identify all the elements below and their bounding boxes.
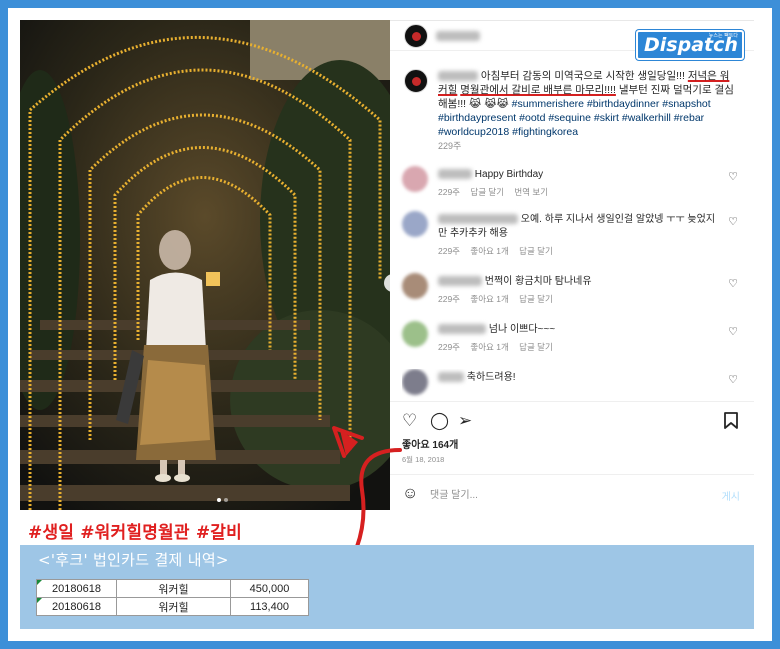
reply-link[interactable]: 답글 달기 (519, 342, 553, 352)
comment-item: 번쩍이 황금치마 탐나네유 229주 좋아요 1개 답글 달기 ♡ (402, 273, 742, 313)
row-date: 20180618 (36, 597, 117, 616)
commenter-name-blurred[interactable] (438, 214, 518, 225)
table-row: 20180618 워커힐 450,000 (36, 579, 309, 598)
reply-link[interactable]: 답글 달기 (519, 294, 553, 304)
comment-text-wrap: 축하드려용! (438, 371, 718, 385)
comment-meta: 229주 좋아요 1개 답글 달기 (438, 341, 561, 353)
overlay-hashtags: #생일 #워커힐명월관 #갈비 (28, 523, 242, 543)
comment-meta: 229주 답글 달기 번역 보기 (438, 186, 556, 198)
commenter-avatar[interactable] (402, 166, 428, 192)
bookmark-icon[interactable] (724, 412, 738, 433)
caption-time: 229주 (438, 141, 462, 151)
commenter-name-blurred[interactable] (438, 324, 486, 335)
comment-time: 229주 (438, 294, 461, 304)
comment-item: 오예. 하루 지나서 생일인걸 알았넹 ㅜㅜ 늦었지만 추카추카 해용 229주… (402, 211, 742, 259)
reply-link[interactable]: 답글 달기 (470, 187, 504, 197)
comment-like-heart-icon[interactable]: ♡ (728, 325, 738, 338)
caption-text: 아침부터 감동의 미역국으로 시작한 생일당일!!! (480, 70, 688, 82)
card-statement-table: 20180618 워커힐 450,000 20180618 워커힐 113,40… (36, 579, 309, 616)
comment-like-heart-icon[interactable]: ♡ (728, 373, 738, 386)
comment-like-heart-icon[interactable]: ♡ (728, 215, 738, 228)
row-date: 20180618 (36, 579, 117, 598)
comment-meta: 229주 좋아요 1개 답글 달기 (438, 293, 561, 305)
commenter-name-blurred[interactable] (438, 169, 472, 180)
row-place: 워커힐 (116, 579, 231, 598)
commenter-avatar[interactable] (402, 273, 428, 299)
comment-like-heart-icon[interactable]: ♡ (728, 170, 738, 183)
author-avatar[interactable] (404, 24, 428, 48)
comment-text-wrap: 오예. 하루 지나서 생일인걸 알았넹 ㅜㅜ 늦었지만 추카추카 해용 (438, 213, 718, 241)
post-comment-button[interactable]: 게시 (722, 488, 740, 503)
caption-emoji: 😹😹 (484, 98, 509, 110)
comment-text-wrap: 번쩍이 황금치마 탐나네유 (438, 275, 718, 289)
comment-text: 축하드려용! (466, 372, 516, 383)
commenter-name-blurred[interactable] (438, 372, 464, 383)
caption-author-avatar[interactable] (404, 69, 428, 93)
comment-input[interactable] (430, 487, 680, 503)
comment-likes[interactable]: 좋아요 1개 (470, 246, 508, 256)
comment-text: 넘나 이쁘다~~~ (488, 324, 556, 335)
comment-likes[interactable]: 좋아요 1개 (470, 342, 508, 352)
author-name-blurred[interactable] (436, 31, 480, 41)
comment-item: 넘나 이쁘다~~~ 229주 좋아요 1개 답글 달기 ♡ (402, 321, 742, 361)
comment-text: 번쩍이 황금치마 탐나네유 (484, 276, 592, 287)
logo-tagline: 뉴스는 팩트다 (708, 33, 738, 39)
comment-time: 229주 (438, 342, 461, 352)
carousel-dot (224, 498, 228, 502)
comment-likes[interactable]: 좋아요 1개 (470, 294, 508, 304)
caption-highlight-2: 명월관에서 갈비로 배부른 마무리!!!! (460, 84, 616, 96)
commenter-avatar[interactable] (402, 211, 428, 237)
translate-link[interactable]: 번역 보기 (514, 187, 548, 197)
row-amount: 113,400 (230, 597, 309, 616)
comment-item: 축하드려용! ♡ (402, 369, 742, 399)
comment-time: 229주 (438, 187, 461, 197)
commenter-avatar[interactable] (402, 369, 428, 395)
share-send-icon[interactable]: ➢ (458, 412, 472, 430)
carousel-dot-active (217, 498, 221, 502)
card-statement-title: <'후크' 법인카드 결제 내역> (38, 551, 229, 569)
row-place: 워커힐 (116, 597, 231, 616)
carousel-dots (217, 498, 228, 502)
comment-time: 229주 (438, 246, 461, 256)
reply-link[interactable]: 답글 달기 (519, 246, 553, 256)
comment-text: Happy Birthday (474, 169, 544, 180)
comment-like-heart-icon[interactable]: ♡ (728, 277, 738, 290)
commenter-name-blurred[interactable] (438, 276, 482, 287)
comment-text-wrap: 넘나 이쁘다~~~ (438, 323, 718, 337)
comment-text-wrap: Happy Birthday (438, 168, 718, 182)
comment-meta: 229주 좋아요 1개 답글 달기 (438, 245, 561, 257)
table-row: 20180618 워커힐 113,400 (36, 597, 309, 616)
comment-item: Happy Birthday 229주 답글 달기 번역 보기 ♡ (402, 166, 742, 206)
commenter-avatar[interactable] (402, 321, 428, 347)
post-caption: 아침부터 감동의 미역국으로 시작한 생일당일!!! 저녁은 워커힐 명월관에서… (438, 69, 738, 139)
dispatch-logo: Dispatch 뉴스는 팩트다 (636, 30, 744, 60)
caption-author-name-blurred[interactable] (438, 71, 478, 82)
row-amount: 450,000 (230, 579, 309, 598)
